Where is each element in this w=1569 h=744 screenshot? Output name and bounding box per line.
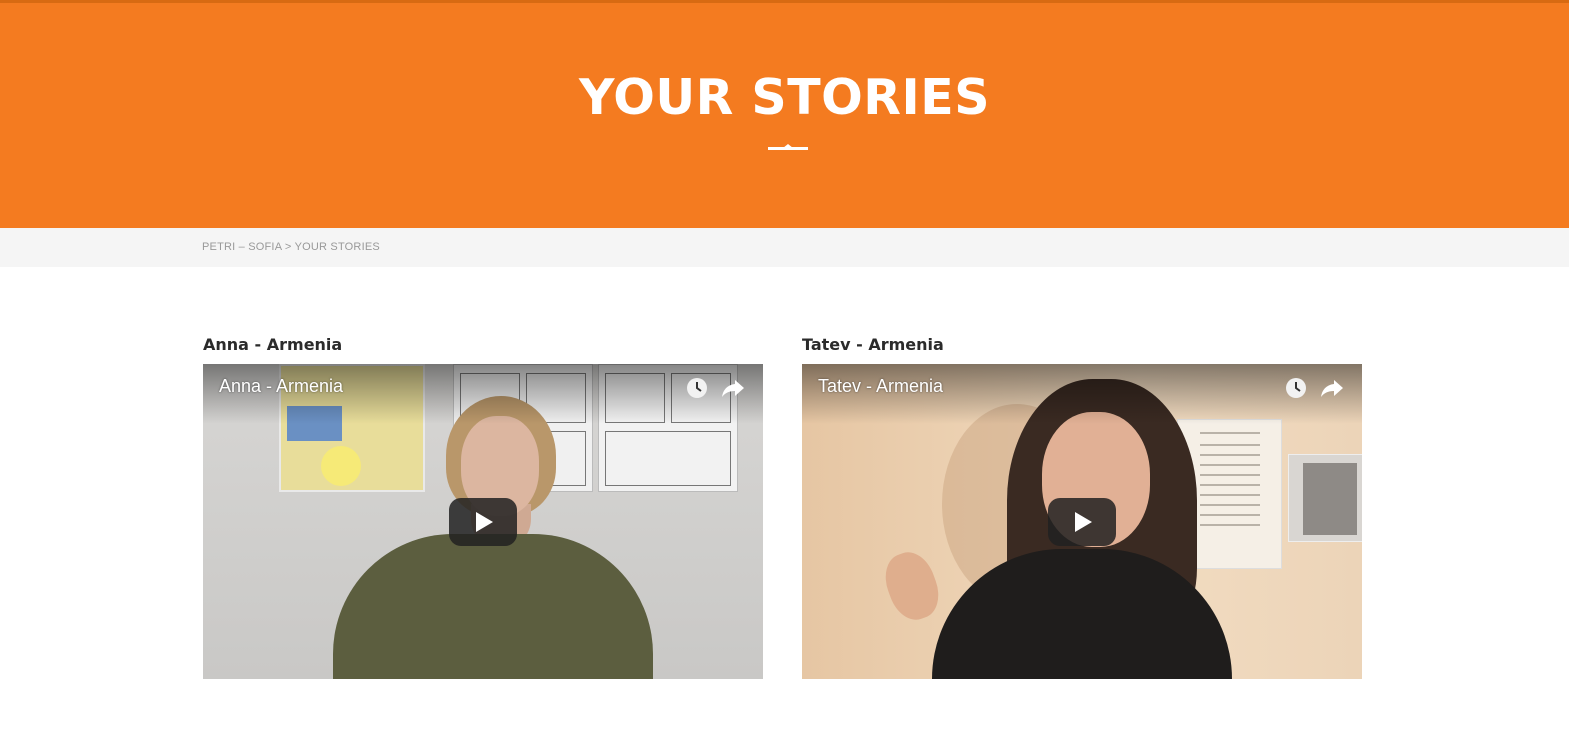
title-divider-tip — [783, 144, 793, 148]
breadcrumb: PETRI – SOFIA > YOUR STORIES — [202, 241, 380, 253]
video-embed[interactable]: Tatev - Armenia — [802, 364, 1362, 679]
story-heading: Anna - Armenia — [203, 335, 343, 354]
story-heading: Tatev - Armenia — [802, 335, 944, 354]
top-accent-line — [0, 0, 1569, 3]
breadcrumb-home-link[interactable]: PETRI – SOFIA — [202, 241, 282, 253]
clock-icon[interactable] — [1285, 377, 1307, 399]
video-title[interactable]: Anna - Armenia — [219, 376, 343, 397]
breadcrumb-separator: > — [284, 241, 292, 253]
page-header-banner: YOUR STORIES — [0, 0, 1569, 228]
play-icon[interactable] — [449, 498, 517, 546]
breadcrumb-current: YOUR STORIES — [294, 241, 380, 253]
wall-photo — [1288, 454, 1362, 542]
video-title[interactable]: Tatev - Armenia — [818, 376, 943, 397]
video-embed[interactable]: Anna - Armenia — [203, 364, 763, 679]
page-title: YOUR STORIES — [578, 69, 991, 126]
breadcrumb-bar: PETRI – SOFIA > YOUR STORIES — [0, 228, 1569, 267]
clock-icon[interactable] — [686, 377, 708, 399]
share-arrow-icon[interactable] — [721, 377, 745, 399]
play-icon[interactable] — [1048, 498, 1116, 546]
story-card: Anna - Armenia Anna - Armenia — [203, 334, 763, 679]
story-card: Tatev - Armenia Tatev - Armenia — [802, 334, 1362, 679]
share-arrow-icon[interactable] — [1320, 377, 1344, 399]
